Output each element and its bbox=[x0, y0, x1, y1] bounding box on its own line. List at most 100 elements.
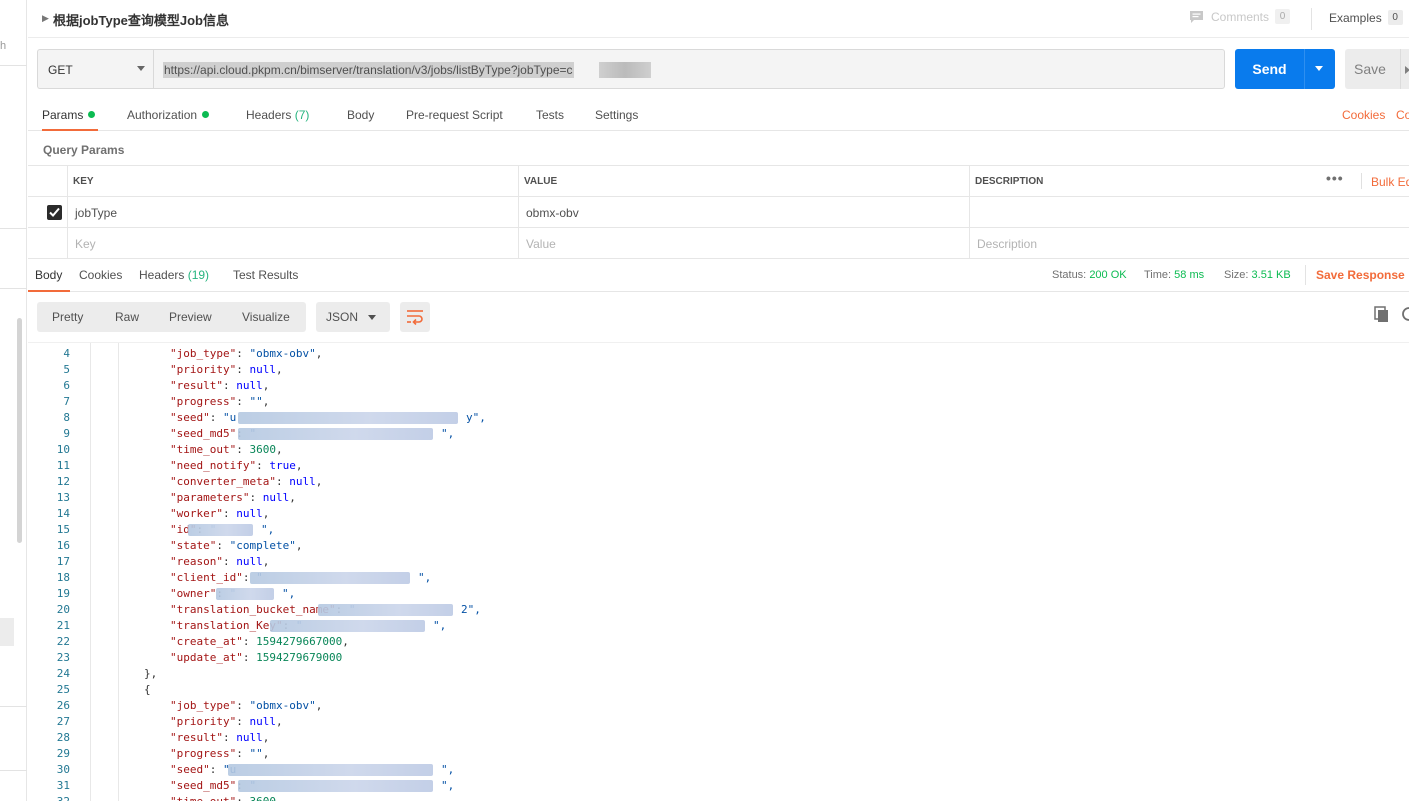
send-options-chevron-icon[interactable] bbox=[1315, 66, 1323, 71]
sidebar-selected-item[interactable] bbox=[0, 618, 14, 646]
bulk-edit-link[interactable]: Bulk Ed bbox=[1371, 175, 1409, 189]
line-number: 14 bbox=[56, 507, 70, 520]
column-divider bbox=[969, 166, 970, 259]
code-text: "job_type": "obmx-obv", bbox=[170, 699, 323, 712]
line-number: 8 bbox=[63, 411, 70, 424]
code-text: "priority": null, bbox=[170, 363, 283, 376]
line-number: 10 bbox=[56, 443, 70, 456]
new-description-input[interactable]: Description bbox=[977, 237, 1037, 251]
response-size[interactable]: Size: 3.51 KB bbox=[1224, 269, 1291, 281]
pretty-button[interactable]: Pretty bbox=[52, 310, 83, 324]
tab-headers-label: Headers bbox=[246, 108, 292, 122]
tab-response-body[interactable]: Body bbox=[35, 268, 62, 282]
tab-params[interactable]: Params bbox=[42, 108, 96, 122]
save-button[interactable]: Save bbox=[1345, 49, 1409, 89]
format-select[interactable]: JSON bbox=[316, 302, 390, 332]
new-value-input[interactable]: Value bbox=[526, 237, 556, 251]
code-line: 26 "job_type": "obmx-obv", bbox=[28, 698, 1409, 714]
response-body-editor[interactable]: 4 "job_type": "obmx-obv", 5 "priority": nul… bbox=[28, 342, 1409, 801]
tab-body[interactable]: Body bbox=[347, 108, 374, 122]
response-status[interactable]: Status: 200 OK bbox=[1052, 269, 1127, 281]
line-number: 26 bbox=[56, 699, 70, 712]
examples-button[interactable]: Examples 0 bbox=[1329, 10, 1403, 25]
comments-count-badge: 0 bbox=[1275, 9, 1291, 24]
more-options-icon[interactable]: ••• bbox=[1326, 170, 1344, 186]
new-key-input[interactable]: Key bbox=[75, 237, 96, 251]
query-params-table: KEY VALUE DESCRIPTION ••• Bulk Ed jobTyp… bbox=[28, 165, 1409, 259]
line-number: 27 bbox=[56, 715, 70, 728]
param-value-input[interactable]: obmx-obv bbox=[526, 206, 579, 220]
tab-headers[interactable]: Headers (7) bbox=[246, 108, 309, 122]
method-select[interactable]: GET bbox=[37, 49, 153, 89]
line-number: 6 bbox=[63, 379, 70, 392]
line-number: 21 bbox=[56, 619, 70, 632]
tab-prerequest-script[interactable]: Pre-request Script bbox=[406, 108, 503, 122]
send-button[interactable]: Send bbox=[1235, 49, 1335, 89]
code-line: 23 "update_at": 1594279679000 bbox=[28, 650, 1409, 666]
line-number: 24 bbox=[56, 667, 70, 680]
redacted-value bbox=[216, 588, 274, 600]
search-icon[interactable] bbox=[1400, 306, 1409, 324]
response-time[interactable]: Time: 58 ms bbox=[1144, 269, 1204, 281]
tab-response-cookies[interactable]: Cookies bbox=[79, 268, 122, 282]
code-line: 24}, bbox=[28, 666, 1409, 682]
sidebar-fragment-text: h bbox=[0, 40, 7, 52]
code-line: 32 "time_out": 3600, bbox=[28, 794, 1409, 801]
tab-authorization-label: Authorization bbox=[127, 108, 198, 122]
examples-label: Examples bbox=[1329, 10, 1382, 25]
param-key-input[interactable]: jobType bbox=[75, 206, 117, 220]
request-title[interactable]: 根据jobType查询模型Job信息 bbox=[53, 10, 229, 29]
query-params-label: Query Params bbox=[43, 143, 125, 157]
line-number: 15 bbox=[56, 523, 70, 536]
status-value: 200 OK bbox=[1089, 269, 1127, 281]
url-input[interactable]: https://api.cloud.pkpm.cn/bimserver/tran… bbox=[153, 49, 1225, 89]
code-line: 27 "priority": null, bbox=[28, 714, 1409, 730]
sidebar-divider bbox=[0, 706, 27, 707]
line-number: 31 bbox=[56, 779, 70, 792]
visualize-button[interactable]: Visualize bbox=[242, 310, 290, 324]
description-column-header: DESCRIPTION bbox=[975, 176, 1044, 187]
code-line: 6 "result": null, bbox=[28, 378, 1409, 394]
line-number: 23 bbox=[56, 651, 70, 664]
wrap-lines-button[interactable] bbox=[400, 302, 430, 332]
tab-response-headers[interactable]: Headers (19) bbox=[139, 268, 209, 282]
line-number: 22 bbox=[56, 635, 70, 648]
status-label: Status: bbox=[1052, 269, 1087, 281]
sidebar-divider bbox=[0, 65, 27, 66]
url-text: https://api.cloud.pkpm.cn/bimserver/tran… bbox=[163, 62, 574, 78]
tab-test-results[interactable]: Test Results bbox=[233, 268, 298, 282]
save-response-button[interactable]: Save Response bbox=[1316, 268, 1405, 282]
code-line: 13 "parameters": null, bbox=[28, 490, 1409, 506]
line-number: 4 bbox=[63, 347, 70, 360]
code-link[interactable]: Co bbox=[1396, 108, 1409, 122]
line-number: 12 bbox=[56, 475, 70, 488]
comment-icon bbox=[1190, 10, 1203, 23]
tab-settings[interactable]: Settings bbox=[595, 108, 638, 122]
expand-caret-icon[interactable]: ▶ bbox=[42, 13, 49, 24]
line-number: 18 bbox=[56, 571, 70, 584]
save-options-chevron-icon[interactable] bbox=[1405, 66, 1409, 74]
code-line: 30 "seed": "u", bbox=[28, 762, 1409, 778]
sidebar-scrollbar[interactable] bbox=[17, 318, 22, 543]
save-label: Save bbox=[1354, 61, 1386, 77]
sidebar-divider bbox=[0, 770, 27, 771]
comments-button[interactable]: Comments 0 bbox=[1189, 9, 1291, 24]
preview-button[interactable]: Preview bbox=[169, 310, 212, 324]
raw-button[interactable]: Raw bbox=[115, 310, 139, 324]
column-divider bbox=[518, 166, 519, 259]
line-number: 17 bbox=[56, 555, 70, 568]
param-enabled-checkbox[interactable] bbox=[47, 205, 62, 220]
code-line: 9"seed_md5": "", bbox=[28, 426, 1409, 442]
line-number: 11 bbox=[56, 459, 70, 472]
cookies-link[interactable]: Cookies bbox=[1342, 108, 1385, 122]
tab-authorization[interactable]: Authorization bbox=[127, 108, 210, 122]
collections-sidebar: h bbox=[0, 0, 27, 801]
code-line: 16 "state": "complete", bbox=[28, 538, 1409, 554]
tab-tests[interactable]: Tests bbox=[536, 108, 564, 122]
examples-count-badge: 0 bbox=[1387, 10, 1403, 25]
code-line: 25 { bbox=[28, 682, 1409, 698]
code-line: 8 "seed": "u y", bbox=[28, 410, 1409, 426]
send-label: Send bbox=[1252, 61, 1287, 77]
copy-icon[interactable] bbox=[1374, 306, 1390, 324]
tab-headers-count: (7) bbox=[294, 108, 310, 122]
